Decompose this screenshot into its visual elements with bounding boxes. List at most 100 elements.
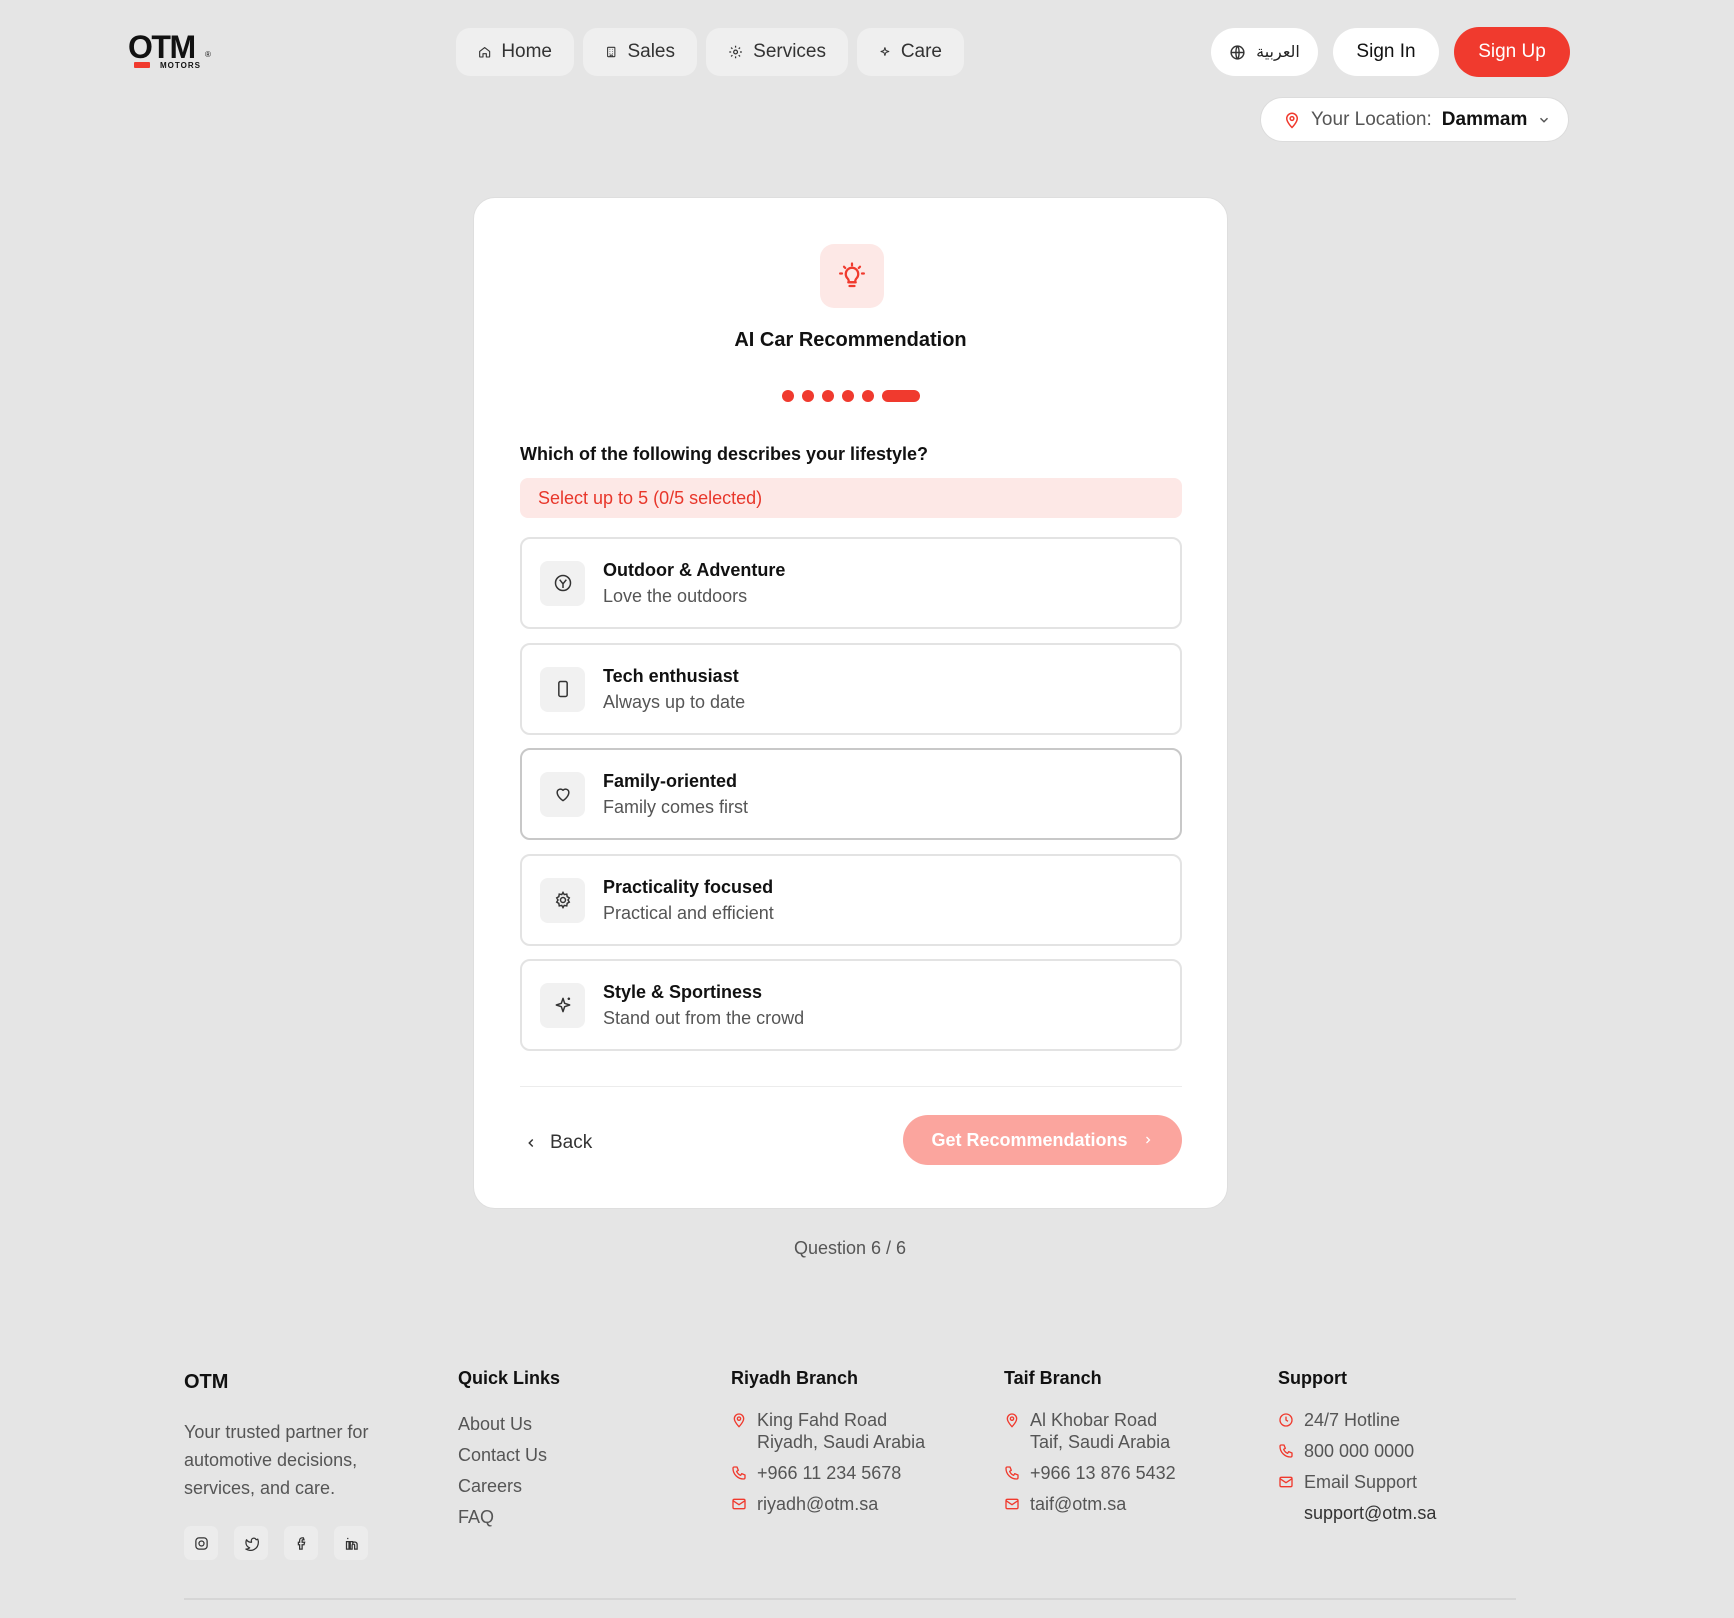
step-dot: [802, 390, 814, 402]
option-practicality-focused[interactable]: Practicality focused Practical and effic…: [520, 854, 1182, 946]
social-instagram[interactable]: [184, 1526, 218, 1560]
step-dot-active: [882, 390, 920, 402]
question-text: Which of the following describes your li…: [520, 444, 929, 464]
option-subtitle: Stand out from the crowd: [603, 1008, 805, 1028]
taif-email-text: taif@otm.sa: [1030, 1494, 1127, 1514]
gear-icon: [555, 891, 570, 909]
nav-home-label: Home: [501, 41, 552, 62]
logo-accent-bar: [134, 62, 150, 68]
sign-in-button[interactable]: Sign In: [1333, 28, 1439, 76]
footer-brand: OTM: [184, 1371, 229, 1393]
phone-icon: [732, 1466, 746, 1480]
home-icon: [479, 47, 491, 58]
taif-phone[interactable]: +966 13 876 5432: [1004, 1462, 1176, 1484]
option-outdoor-adventure[interactable]: Outdoor & Adventure Love the outdoors: [520, 537, 1182, 629]
sparkle-icon: [555, 997, 570, 1013]
nav-services[interactable]: Services: [706, 28, 848, 76]
social-linkedin[interactable]: [334, 1526, 368, 1560]
question-progress: Question 6 / 6: [793, 1238, 907, 1258]
step-indicator: [782, 390, 920, 402]
taif-address: Al Khobar Road Taif, Saudi Arabia: [1004, 1409, 1176, 1453]
riyadh-address-line2: Riyadh, Saudi Arabia: [757, 1432, 926, 1452]
back-label: Back: [550, 1132, 593, 1153]
option-title: Tech enthusiast: [603, 666, 739, 686]
option-family-oriented[interactable]: Family-oriented Family comes first: [520, 748, 1182, 840]
social-twitter[interactable]: [234, 1526, 268, 1560]
taif-phone-text: +966 13 876 5432: [1030, 1463, 1176, 1483]
nav-home[interactable]: Home: [456, 28, 574, 76]
option-style-sportiness[interactable]: Style & Sportiness Stand out from the cr…: [520, 959, 1182, 1051]
option-subtitle: Always up to date: [603, 692, 746, 712]
nav-sales-label: Sales: [627, 41, 675, 62]
option-icon-box: [540, 877, 585, 923]
footer-support: Support 24/7 Hotline 800 000 0000 Email …: [1278, 1368, 1436, 1533]
step-dot: [822, 390, 834, 402]
heart-icon: [555, 788, 570, 802]
chevron-right-icon: [1145, 1136, 1150, 1144]
riyadh-email[interactable]: riyadh@otm.sa: [731, 1493, 925, 1515]
card-divider: [520, 1086, 1182, 1087]
step-dot: [842, 390, 854, 402]
option-title: Outdoor & Adventure: [603, 560, 786, 580]
sign-up-button[interactable]: Sign Up: [1454, 27, 1570, 77]
nav-sales[interactable]: Sales: [583, 28, 697, 76]
lightbulb-icon: [839, 262, 865, 288]
support-hotline: 24/7 Hotline: [1278, 1409, 1436, 1431]
get-recommendations-label: Get Recommendations: [931, 1129, 1128, 1150]
chevron-left-icon: [528, 1138, 534, 1148]
riyadh-address-line1: King Fahd Road: [757, 1410, 888, 1430]
option-icon-box: [540, 771, 585, 817]
phone-icon: [1005, 1466, 1019, 1480]
support-email-label: Email Support: [1304, 1472, 1418, 1492]
option-tech-enthusiast[interactable]: Tech enthusiast Always up to date: [520, 643, 1182, 735]
footer-link-faq[interactable]: FAQ: [458, 1502, 560, 1533]
riyadh-phone[interactable]: +966 11 234 5678: [731, 1462, 925, 1484]
footer-divider: [184, 1598, 1516, 1600]
support-email[interactable]: support@otm.sa: [1278, 1502, 1436, 1524]
sparkle-icon: [880, 47, 890, 56]
language-toggle-button[interactable]: العربية: [1211, 28, 1318, 76]
map-pin-icon: [733, 1413, 745, 1428]
logo-subtitle: MOTORS: [160, 61, 201, 70]
get-recommendations-button[interactable]: Get Recommendations: [903, 1115, 1182, 1165]
step-dot: [862, 390, 874, 402]
mail-icon: [732, 1498, 746, 1510]
back-button[interactable]: Back: [520, 1118, 592, 1168]
support-email-label-row: Email Support: [1278, 1471, 1436, 1493]
support-phone[interactable]: 800 000 0000: [1278, 1440, 1436, 1462]
social-links: [184, 1526, 404, 1560]
otm-logo[interactable]: OTM MOTORS ®: [128, 29, 212, 72]
footer-link-about[interactable]: About Us: [458, 1409, 560, 1440]
taif-branch-heading: Taif Branch: [1004, 1368, 1102, 1388]
footer-description: Your trusted partner for automotive deci…: [184, 1422, 369, 1498]
gear-icon: [729, 45, 742, 59]
recommendation-card: AI Car Recommendation Which of the follo…: [473, 197, 1228, 1209]
taif-address-line2: Taif, Saudi Arabia: [1030, 1432, 1171, 1452]
quick-links-heading: Quick Links: [458, 1368, 561, 1388]
clock-icon: [1279, 1413, 1293, 1427]
facebook-icon: [297, 1536, 305, 1550]
nav-care[interactable]: Care: [857, 28, 964, 76]
taif-email[interactable]: taif@otm.sa: [1004, 1493, 1176, 1515]
riyadh-address: King Fahd Road Riyadh, Saudi Arabia: [731, 1409, 925, 1453]
nav-services-label: Services: [753, 41, 826, 62]
language-label: العربية: [1256, 44, 1300, 61]
footer-link-careers[interactable]: Careers: [458, 1471, 560, 1502]
phone-icon: [557, 680, 568, 698]
logo-wordmark: OTM: [128, 29, 196, 65]
option-title: Practicality focused: [603, 877, 774, 897]
location-selector[interactable]: Your Location: Dammam: [1260, 97, 1569, 142]
footer-brand-column: OTM Your trusted partner for automotive …: [184, 1368, 404, 1560]
support-heading: Support: [1278, 1368, 1347, 1388]
riyadh-email-text: riyadh@otm.sa: [757, 1494, 879, 1514]
option-subtitle: Family comes first: [603, 797, 749, 817]
social-facebook[interactable]: [284, 1526, 318, 1560]
map-pin-icon: [1006, 1413, 1018, 1428]
option-subtitle: Love the outdoors: [603, 586, 748, 606]
footer-link-contact[interactable]: Contact Us: [458, 1440, 560, 1471]
option-title: Family-oriented: [603, 771, 738, 791]
selection-hint: Select up to 5 (0/5 selected): [520, 478, 1182, 518]
support-hotline-label: 24/7 Hotline: [1304, 1410, 1401, 1430]
riyadh-phone-text: +966 11 234 5678: [757, 1463, 902, 1483]
logo-registered-mark: ®: [205, 50, 211, 59]
